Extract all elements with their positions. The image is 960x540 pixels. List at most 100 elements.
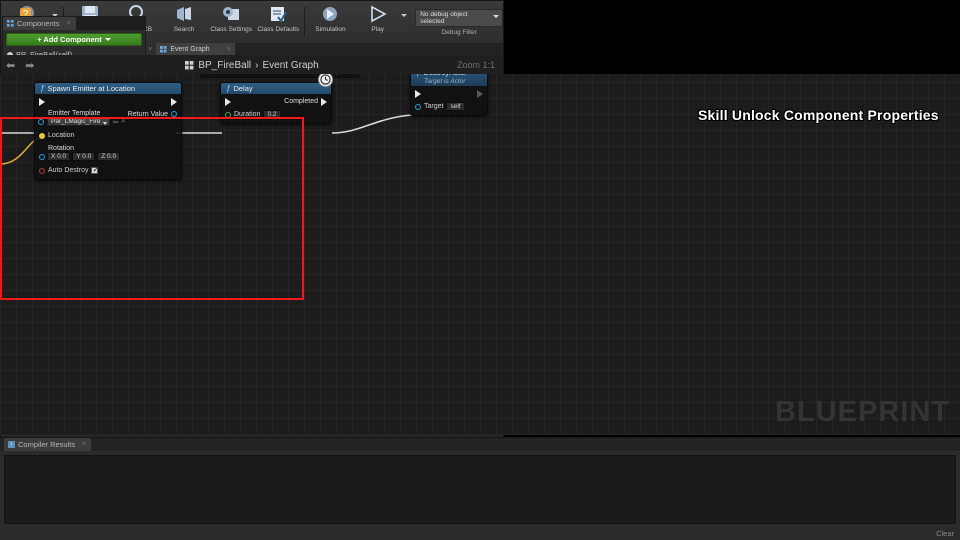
chevron-down-icon [493, 14, 499, 18]
pin-label-target: Target [424, 103, 444, 110]
rotation-z-field[interactable]: Z 0.0 [97, 152, 121, 161]
exec-out-pin[interactable] [171, 97, 177, 106]
node-body: Target self [411, 86, 487, 115]
duration-pin[interactable] [225, 111, 231, 118]
breadcrumb-root[interactable]: BP_FireBall [198, 60, 251, 71]
close-icon[interactable]: × [148, 46, 152, 53]
graph-icon [185, 60, 194, 69]
simulation-label: Simulation [315, 26, 346, 33]
auto-destroy-pin[interactable] [39, 167, 45, 174]
class-settings-icon [221, 2, 241, 26]
rotation-pin[interactable] [39, 153, 45, 160]
simulation-button[interactable]: Simulation [307, 2, 354, 42]
breadcrumb-leaf[interactable]: Event Graph [263, 60, 319, 71]
breadcrumb: BP_FireBall › Event Graph [1, 60, 503, 71]
emitter-template-select[interactable]: Par_LMagic_Fire [47, 117, 110, 126]
node-partial-top[interactable]: Add pin ✛ [200, 74, 360, 78]
node-header: ƒ Spawn Emitter at Location [35, 83, 181, 94]
play-button[interactable]: Play [354, 2, 401, 42]
debug-filter-group: No debug object selected Debug Filter [415, 8, 503, 36]
debug-filter-label: Debug Filter [441, 28, 477, 36]
unreal-blueprint-editor: Components × + Add Component BP_FireBall… [0, 0, 960, 540]
node-input-pins: Emitter Template Par_LMagic_Fire ⇦ ⌕ Loc… [38, 110, 128, 175]
pin-label-rotation: Rotation [48, 145, 75, 152]
tab-compiler-results-label: Compiler Results [18, 440, 76, 449]
search-label: Search [173, 26, 195, 33]
target-pin[interactable] [415, 103, 421, 110]
node-delay[interactable]: ƒ Delay Completed Duration 0.2 [220, 82, 332, 124]
duration-field[interactable]: 0.2 [263, 110, 281, 119]
annotation-caption: Skill Unlock Component Properties [698, 107, 939, 123]
simulation-icon [320, 2, 340, 26]
play-label: Play [371, 26, 384, 33]
pin-label-return-value: Return Value [127, 111, 168, 118]
svg-text:!: ! [11, 443, 12, 448]
exec-out-pin[interactable] [477, 89, 483, 98]
components-tabbar: Components × [3, 17, 145, 30]
node-body: Emitter Template Par_LMagic_Fire ⇦ ⌕ Loc… [35, 94, 181, 179]
blueprint-editor: ? Compile Save Find in CB [0, 0, 960, 540]
compiler-icon: ! [8, 441, 15, 448]
pin-label-duration: Duration [234, 111, 261, 118]
node-header: ƒ Delay [221, 83, 331, 94]
tab-components-label: Components [17, 19, 60, 28]
exec-in-pin[interactable] [39, 97, 45, 106]
search-button[interactable]: Search [160, 2, 207, 42]
function-icon: ƒ [416, 74, 420, 77]
node-body: Completed Duration 0.2 [221, 94, 331, 123]
graph-breadcrumb-bar: ⬅ ➡ BP_FireBall › Event Graph Zoom 1:1 [1, 55, 503, 75]
plus-icon: ✛ [348, 74, 353, 75]
blueprint-watermark: BLUEPRINT [775, 396, 950, 428]
add-component-label: + Add Component [37, 35, 102, 44]
zoom-level-label: Zoom 1:1 [456, 60, 495, 70]
debug-object-value: No debug object selected [420, 10, 468, 25]
rotation-y-field[interactable]: Y 0.0 [72, 152, 96, 161]
node-subtitle: Target is Actor [411, 78, 487, 86]
tab-components[interactable]: Components × [3, 17, 76, 30]
node-title: DestroyActor [423, 74, 466, 77]
node-exec-row [39, 97, 177, 106]
exec-out-pin[interactable] [321, 97, 327, 106]
play-icon [367, 2, 389, 26]
close-icon[interactable]: × [67, 20, 71, 27]
location-pin[interactable] [39, 132, 45, 139]
pin-label-location: Location [48, 132, 75, 139]
node-spawn-emitter-at-location[interactable]: ƒ Spawn Emitter at Location Emitter Temp… [34, 82, 182, 180]
class-defaults-button[interactable]: Class Defaults [255, 2, 302, 42]
exec-in-pin[interactable] [415, 89, 421, 98]
tab-compiler-results[interactable]: ! Compiler Results × [4, 438, 92, 451]
components-icon [7, 20, 14, 27]
class-defaults-icon [268, 2, 288, 26]
compiler-log-area[interactable] [4, 455, 956, 524]
exec-in-pin[interactable] [225, 97, 231, 106]
browse-icon[interactable]: ⌕ [121, 118, 125, 126]
event-graph-canvas[interactable]: Add pin ✛ ƒ Spawn Emitter at Location [0, 74, 960, 435]
node-title: Delay [233, 84, 253, 93]
node-destroy-actor[interactable]: ƒ DestroyActor Target is Actor Target se… [410, 74, 488, 116]
add-component-button[interactable]: + Add Component [6, 33, 142, 46]
object-pin[interactable] [38, 118, 44, 125]
use-selected-icon[interactable]: ⇦ [113, 118, 119, 126]
close-icon[interactable]: × [82, 441, 86, 448]
class-defaults-label: Class Defaults [257, 26, 300, 33]
add-component-row: + Add Component [3, 30, 145, 48]
clear-button[interactable]: Clear [936, 529, 954, 538]
target-self-field[interactable]: self [446, 102, 465, 111]
chevron-down-icon [104, 38, 111, 41]
return-value-pin[interactable] [171, 111, 177, 117]
close-icon[interactable]: × [227, 46, 231, 53]
chevron-down-icon[interactable] [401, 13, 408, 17]
compiler-tabbar: ! Compiler Results × [0, 438, 960, 451]
graph-icon [160, 45, 167, 53]
rotation-x-field[interactable]: X 0.0 [47, 152, 71, 161]
tab-event-graph[interactable]: Event Graph × [156, 43, 235, 55]
node-output-pins: Return Value [128, 110, 177, 175]
pin-label-auto-destroy: Auto Destroy [48, 167, 89, 174]
debug-object-select[interactable]: No debug object selected [415, 8, 503, 27]
function-icon: ƒ [226, 84, 231, 93]
auto-destroy-checkbox[interactable] [91, 165, 99, 174]
pin-label-completed: Completed [284, 98, 318, 105]
divider [303, 7, 305, 37]
class-settings-button[interactable]: Class Settings [208, 2, 255, 42]
pin-label-emitter-template: Emitter Template [48, 110, 101, 117]
